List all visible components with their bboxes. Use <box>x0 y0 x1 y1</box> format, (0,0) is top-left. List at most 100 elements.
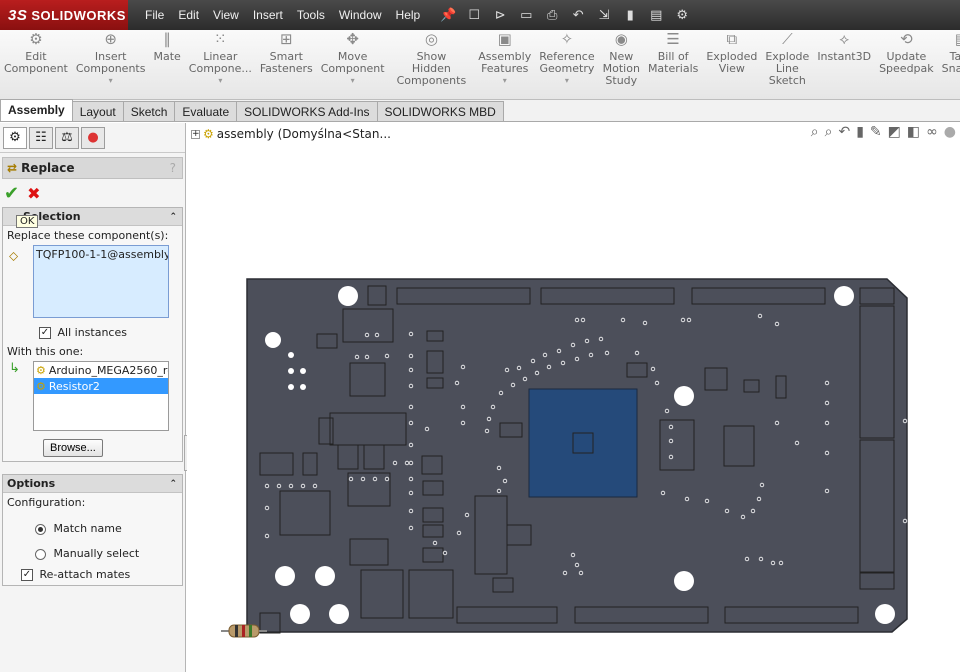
menu-insert[interactable]: Insert <box>246 8 290 22</box>
ok-tooltip: OK <box>16 215 39 228</box>
display-manager-tab-icon[interactable]: ● <box>81 126 105 149</box>
dropdown-arrow-icon[interactable]: ▾ <box>218 75 222 87</box>
menu-view[interactable]: View <box>206 8 246 22</box>
ribbon-explode-line-sketch-button[interactable]: ⟋ Explode Line Sketch <box>761 30 813 99</box>
tab-layout[interactable]: Layout <box>71 101 124 121</box>
new-document-icon[interactable]: ☐ <box>463 8 485 23</box>
ribbon-new-motion-study-button[interactable]: ◉ New Motion Study <box>599 30 644 99</box>
print-icon[interactable]: ⎙ <box>541 8 563 23</box>
menu-help[interactable]: Help <box>389 8 428 22</box>
collapse-icon[interactable]: ⌃ <box>169 479 177 489</box>
tab-sketch[interactable]: Sketch <box>122 101 176 121</box>
match-name-radio[interactable] <box>35 523 46 535</box>
ribbon-tool-icon: ⟋ <box>782 30 793 48</box>
mounting-hole <box>875 604 895 624</box>
configuration-manager-tab-icon[interactable]: ⚖ <box>55 126 79 149</box>
open-icon[interactable]: ⊳ <box>489 8 511 23</box>
options-group: Options ⌃ Configuration: Match name Manu… <box>2 474 183 586</box>
tab-evaluate[interactable]: Evaluate <box>174 101 238 121</box>
mounting-hole <box>674 571 694 591</box>
graphics-area[interactable]: + ⚙ assembly (Domyślna<Stan... ⌕ ⌕ ↶ ▮ ✎… <box>187 123 960 672</box>
reattach-mates-label: Re-attach mates <box>39 568 131 581</box>
ribbon-label: Features <box>481 62 529 75</box>
replace-components-listbox[interactable]: TQFP100-1-1@assembly <box>33 245 169 318</box>
ribbon-show-hidden-components-button[interactable]: ◎ Show Hidden Components <box>393 30 471 99</box>
menu-file[interactable]: File <box>138 8 171 22</box>
ribbon-tool-icon: ⁙ <box>214 30 227 48</box>
logo-mark: 3S <box>8 6 28 24</box>
pcb-board-model[interactable] <box>187 123 960 672</box>
ribbon-tool-icon: ⟲ <box>900 30 913 48</box>
save-icon[interactable]: ▭ <box>515 8 537 23</box>
ribbon-tool-icon: ◉ <box>614 30 628 48</box>
options-icon[interactable]: ⚙ <box>671 8 693 23</box>
ribbon-move-component-button[interactable]: ✥ Move Component ▾ <box>317 30 389 99</box>
property-manager-tab-icon[interactable]: ☷ <box>29 126 53 149</box>
browse-button[interactable]: Browse... <box>43 439 103 457</box>
manually-select-radio[interactable] <box>35 548 46 560</box>
ribbon-exploded-view-button[interactable]: ⧉ Exploded View <box>702 30 761 99</box>
help-icon[interactable]: ? <box>170 161 176 175</box>
ribbon-assembly-features-button[interactable]: ▣ Assembly Features ▾ <box>474 30 535 99</box>
ribbon-tool-icon: ✧ <box>560 30 574 48</box>
dropdown-arrow-icon[interactable]: ▾ <box>351 75 355 87</box>
ribbon-take-snapsh-button[interactable]: ▤TakeSnapsh <box>938 30 960 99</box>
ribbon-smart-fasteners-button[interactable]: ⊞ Smart Fasteners <box>256 30 317 99</box>
ribbon-label: Component <box>4 62 68 75</box>
ribbon-mate-button[interactable]: ∥ Mate <box>149 30 184 99</box>
mounting-hole <box>275 566 295 586</box>
selection-group: Selection ⌃ Replace these component(s): … <box>2 207 183 462</box>
menu-tools[interactable]: Tools <box>290 8 332 22</box>
ribbon-tool-icon: ⊞ <box>280 30 293 48</box>
ribbon-label: Snapsh <box>941 62 960 75</box>
options-group-header[interactable]: Options ⌃ <box>3 475 182 493</box>
ribbon-insert-components-button[interactable]: ⊕ Insert Components ▾ <box>72 30 150 99</box>
all-instances-checkbox[interactable]: ✓ <box>39 327 51 339</box>
dropdown-arrow-icon[interactable]: ▾ <box>109 75 113 87</box>
replacement-list-item[interactable]: ⚙ Resistor2 <box>34 378 168 394</box>
manually-select-label: Manually select <box>53 547 140 560</box>
command-manager: ⚙ Edit Component ⊕ Insert Components ▾ ∥ Mate ⁙ Li… <box>0 30 960 100</box>
mounting-hole <box>329 604 349 624</box>
pad <box>288 384 294 390</box>
pad <box>288 352 294 358</box>
ribbon-label: Materials <box>647 62 699 75</box>
replace-list-item[interactable]: TQFP100-1-1@assembly <box>34 246 168 262</box>
ribbon-edit-component-button[interactable]: ⚙ Edit Component <box>0 30 72 99</box>
select-icon[interactable]: ⇲ <box>593 8 615 23</box>
tab-assembly[interactable]: Assembly <box>0 99 73 121</box>
replace-header: ⇄ Replace ? <box>2 157 183 179</box>
menu-bar: File Edit View Insert Tools Window Help <box>138 0 427 30</box>
tab-solidworks-add-ins[interactable]: SOLIDWORKS Add-Ins <box>236 101 378 121</box>
replacement-list-item[interactable]: ⚙ Arduino_MEGA2560_re <box>34 362 168 378</box>
mounting-hole <box>834 286 854 306</box>
undo-icon[interactable]: ↶ <box>567 8 589 23</box>
ribbon-update-speedpak-button[interactable]: ⟲ Update Speedpak <box>875 30 938 99</box>
ribbon-label: Sketch <box>768 74 806 87</box>
ribbon-label: Speedpak <box>879 62 934 75</box>
ok-check-icon[interactable]: ✔ <box>4 183 19 204</box>
replace-icon: ⇄ <box>7 161 18 175</box>
collapse-icon[interactable]: ⌃ <box>169 212 177 222</box>
feature-manager-tab-icon[interactable]: ⚙ <box>3 126 27 149</box>
ribbon-bill-of-materials-button[interactable]: ☰ Bill of Materials <box>644 30 702 99</box>
menu-edit[interactable]: Edit <box>171 8 206 22</box>
dropdown-arrow-icon[interactable]: ▾ <box>503 75 507 87</box>
tab-solidworks-mbd[interactable]: SOLIDWORKS MBD <box>376 101 504 121</box>
ribbon-label: Instant3D <box>817 50 872 63</box>
rebuild-icon[interactable]: ▮ <box>619 8 641 23</box>
menu-window[interactable]: Window <box>332 8 389 22</box>
ribbon-linear-compone-button[interactable]: ⁙ Linear Compone... ▾ <box>185 30 256 99</box>
ribbon-tool-icon: ∥ <box>163 30 171 48</box>
cancel-x-icon[interactable]: ✖ <box>27 184 40 203</box>
dropdown-arrow-icon[interactable]: ▾ <box>565 75 569 87</box>
ribbon-reference-geometry-button[interactable]: ✧ Reference Geometry ▾ <box>535 30 598 99</box>
ribbon-instant3d-button[interactable]: ⟡ Instant3D <box>813 30 875 99</box>
solidworks-logo[interactable]: 3S SOLIDWORKS <box>0 0 128 30</box>
reattach-mates-checkbox[interactable]: ✓ <box>21 569 33 581</box>
mounting-hole <box>290 604 310 624</box>
pin-icon[interactable]: 📌 <box>437 8 459 23</box>
ribbon-label: Mate <box>153 50 181 63</box>
replacement-listbox[interactable]: ⚙ Arduino_MEGA2560_re ⚙ Resistor2 <box>33 361 169 431</box>
file-properties-icon[interactable]: ▤ <box>645 8 667 23</box>
